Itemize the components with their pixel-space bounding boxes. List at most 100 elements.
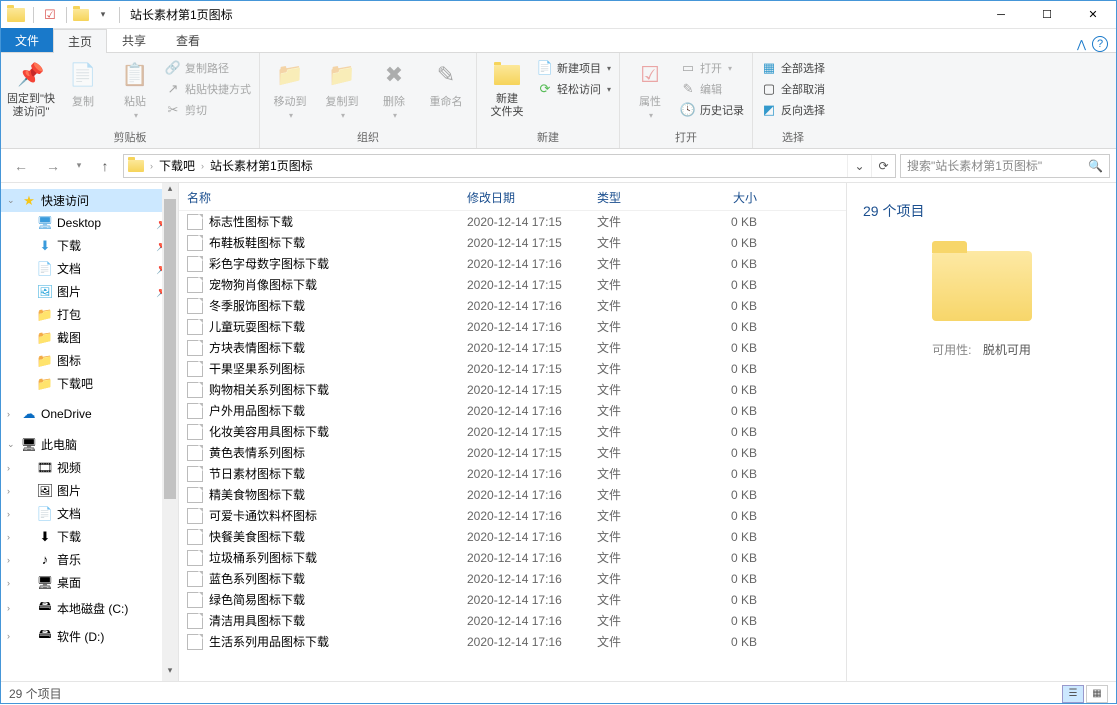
view-details-button[interactable]: ☰: [1062, 685, 1084, 703]
expand-icon[interactable]: ⌄: [7, 195, 15, 206]
copy-to-button[interactable]: 📁复制到▾: [318, 55, 366, 120]
scroll-down-icon[interactable]: ▾: [162, 665, 178, 681]
addr-refresh-button[interactable]: ⟳: [871, 155, 895, 177]
nav-forward-button[interactable]: →: [39, 153, 67, 179]
move-to-button[interactable]: 📁移动到▾: [266, 55, 314, 120]
sidebar-scrollbar[interactable]: ▴ ▾: [162, 183, 178, 681]
col-size[interactable]: 大小: [697, 189, 777, 206]
sidebar-item[interactable]: › 🖴 软件 (D:): [1, 622, 178, 650]
sidebar-item[interactable]: 📁 图标: [1, 349, 178, 372]
history-button[interactable]: 🕓历史记录: [678, 100, 746, 120]
qat-properties-icon[interactable]: ☑: [40, 5, 60, 25]
file-row[interactable]: 布鞋板鞋图标下载 2020-12-14 17:15 文件 0 KB: [179, 232, 846, 253]
col-type[interactable]: 类型: [597, 189, 697, 206]
copy-path-button[interactable]: 🔗复制路径: [163, 58, 253, 78]
paste-shortcut-button[interactable]: ↗粘贴快捷方式: [163, 79, 253, 99]
file-row[interactable]: 冬季服饰图标下载 2020-12-14 17:16 文件 0 KB: [179, 295, 846, 316]
select-none-button[interactable]: ▢全部取消: [759, 79, 827, 99]
scroll-up-icon[interactable]: ▴: [162, 183, 178, 199]
file-row[interactable]: 绿色简易图标下载 2020-12-14 17:16 文件 0 KB: [179, 589, 846, 610]
new-item-button[interactable]: 📄新建项目▾: [535, 58, 613, 78]
expand-icon[interactable]: ›: [7, 486, 10, 496]
file-row[interactable]: 蓝色系列图标下载 2020-12-14 17:16 文件 0 KB: [179, 568, 846, 589]
new-folder-button[interactable]: 新建 文件夹: [483, 55, 531, 119]
sidebar-item[interactable]: 🖥 Desktop📌: [1, 212, 178, 234]
col-date[interactable]: 修改日期: [467, 189, 597, 206]
qat-dropdown-icon[interactable]: ▾: [93, 5, 113, 25]
file-row[interactable]: 儿童玩耍图标下载 2020-12-14 17:16 文件 0 KB: [179, 316, 846, 337]
file-row[interactable]: 精美食物图标下载 2020-12-14 17:16 文件 0 KB: [179, 484, 846, 505]
search-box[interactable]: 搜索"站长素材第1页图标" 🔍: [900, 154, 1110, 178]
expand-icon[interactable]: ›: [7, 555, 10, 565]
expand-icon[interactable]: ›: [7, 631, 10, 641]
sidebar-item[interactable]: › 🖼 图片: [1, 479, 178, 502]
maximize-button[interactable]: ☐: [1024, 1, 1070, 29]
breadcrumb-a[interactable]: 下载吧: [155, 157, 199, 174]
cut-button[interactable]: ✂剪切: [163, 100, 253, 120]
invert-selection-button[interactable]: ◩反向选择: [759, 100, 827, 120]
sidebar-item[interactable]: › 🖴 本地磁盘 (C:): [1, 594, 178, 622]
col-name[interactable]: 名称: [187, 189, 467, 206]
nav-up-button[interactable]: ↑: [91, 153, 119, 179]
expand-icon[interactable]: ›: [7, 578, 10, 588]
share-tab[interactable]: 共享: [107, 28, 161, 52]
nav-recent-button[interactable]: ▾: [71, 153, 87, 179]
sidebar-item[interactable]: › 📄 文档: [1, 502, 178, 525]
file-row[interactable]: 购物相关系列图标下载 2020-12-14 17:15 文件 0 KB: [179, 379, 846, 400]
properties-button[interactable]: ☑属性▾: [626, 55, 674, 120]
sidebar-item[interactable]: › 🖥 桌面: [1, 571, 178, 594]
expand-icon[interactable]: ›: [7, 532, 10, 542]
sidebar-item[interactable]: 📄 文档📌: [1, 257, 178, 280]
qat-folder-icon[interactable]: [73, 9, 89, 21]
addr-dropdown-button[interactable]: ⌄: [847, 155, 871, 177]
file-row[interactable]: 快餐美食图标下载 2020-12-14 17:16 文件 0 KB: [179, 526, 846, 547]
file-row[interactable]: 化妆美容用具图标下载 2020-12-14 17:15 文件 0 KB: [179, 421, 846, 442]
edit-button[interactable]: ✎编辑: [678, 79, 746, 99]
chevron-right-icon[interactable]: ›: [199, 161, 206, 171]
file-row[interactable]: 宠物狗肖像图标下载 2020-12-14 17:15 文件 0 KB: [179, 274, 846, 295]
sidebar-this-pc[interactable]: ⌄ 🖥 此电脑: [1, 433, 178, 456]
chevron-right-icon[interactable]: ›: [148, 161, 155, 171]
sidebar-item[interactable]: 🖼 图片📌: [1, 280, 178, 303]
expand-icon[interactable]: ⌄: [7, 439, 15, 450]
sidebar-item[interactable]: › ⬇ 下载: [1, 525, 178, 548]
expand-icon[interactable]: ›: [7, 603, 10, 613]
pin-quick-access-button[interactable]: 📌 固定到"快 速访问": [7, 55, 55, 119]
help-icon[interactable]: ?: [1092, 36, 1108, 52]
sidebar-onedrive[interactable]: › ☁ OneDrive: [1, 403, 178, 425]
delete-button[interactable]: ✖删除▾: [370, 55, 418, 120]
view-large-button[interactable]: ▦: [1086, 685, 1108, 703]
collapse-ribbon-icon[interactable]: ⋀: [1077, 38, 1086, 51]
file-row[interactable]: 黄色表情系列图标 2020-12-14 17:15 文件 0 KB: [179, 442, 846, 463]
sidebar-item[interactable]: 📁 打包: [1, 303, 178, 326]
file-tab[interactable]: 文件: [1, 28, 53, 52]
close-button[interactable]: ✕: [1070, 1, 1116, 29]
minimize-button[interactable]: ─: [978, 1, 1024, 29]
file-row[interactable]: 垃圾桶系列图标下载 2020-12-14 17:16 文件 0 KB: [179, 547, 846, 568]
sidebar-item[interactable]: ⬇ 下载📌: [1, 234, 178, 257]
expand-icon[interactable]: ›: [7, 463, 10, 473]
nav-back-button[interactable]: ←: [7, 153, 35, 179]
sidebar-item[interactable]: 📁 截图: [1, 326, 178, 349]
file-row[interactable]: 生活系列用品图标下载 2020-12-14 17:16 文件 0 KB: [179, 631, 846, 652]
file-row[interactable]: 彩色字母数字图标下载 2020-12-14 17:16 文件 0 KB: [179, 253, 846, 274]
file-row[interactable]: 节日素材图标下载 2020-12-14 17:16 文件 0 KB: [179, 463, 846, 484]
file-row[interactable]: 可爱卡通饮料杯图标 2020-12-14 17:16 文件 0 KB: [179, 505, 846, 526]
file-row[interactable]: 清洁用具图标下载 2020-12-14 17:16 文件 0 KB: [179, 610, 846, 631]
select-all-button[interactable]: ▦全部选择: [759, 58, 827, 78]
scroll-thumb[interactable]: [164, 199, 176, 499]
expand-icon[interactable]: ›: [7, 509, 10, 519]
open-button[interactable]: ▭打开▾: [678, 58, 746, 78]
easy-access-button[interactable]: ⟳轻松访问▾: [535, 79, 613, 99]
sidebar-item[interactable]: › ♪ 音乐: [1, 548, 178, 571]
sidebar-item[interactable]: › 🎞 视频: [1, 456, 178, 479]
home-tab[interactable]: 主页: [53, 29, 107, 53]
file-row[interactable]: 户外用品图标下载 2020-12-14 17:16 文件 0 KB: [179, 400, 846, 421]
file-row[interactable]: 方块表情图标下载 2020-12-14 17:15 文件 0 KB: [179, 337, 846, 358]
copy-button[interactable]: 📄 复制: [59, 55, 107, 109]
paste-button[interactable]: 📋 粘贴 ▾: [111, 55, 159, 120]
rename-button[interactable]: ✎重命名: [422, 55, 470, 109]
sidebar-quick-access[interactable]: ⌄ ★ 快速访问: [1, 189, 178, 212]
sidebar-item[interactable]: 📁 下载吧: [1, 372, 178, 395]
view-tab[interactable]: 查看: [161, 28, 215, 52]
